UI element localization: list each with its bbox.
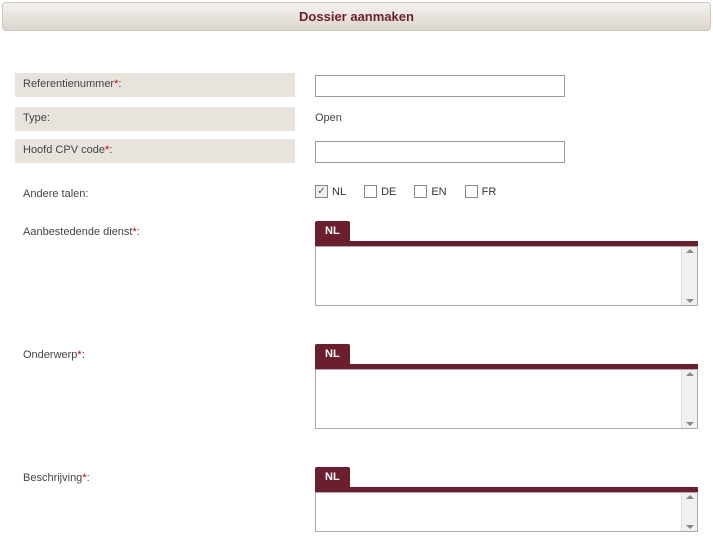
tab-description-nl[interactable]: NL [315,467,350,487]
required-marker: * [82,472,86,484]
required-marker: * [114,78,118,90]
row-authority: Aanbestedende dienst*: NL [15,221,698,306]
checkbox-nl-label: NL [332,186,346,198]
authority-textarea-wrap [315,246,698,306]
row-languages: Andere talen: ✓ NL DE EN FR [15,183,698,207]
tab-authority-nl[interactable]: NL [315,221,350,241]
description-tab-header: NL [315,467,698,487]
label-cpv: Hoofd CPV code*: [15,139,295,163]
authority-scrollbar[interactable] [681,247,697,305]
row-reference: Referentienummer*: [15,73,698,99]
label-description-text: Beschrijving [23,472,82,484]
row-description: Beschrijving*: NL [15,467,698,532]
scroll-up-icon[interactable] [686,495,694,499]
checkbox-nl: ✓ [315,185,328,198]
row-type: Type: Open [15,107,698,131]
label-reference: Referentienummer*: [15,73,295,97]
required-marker: * [77,349,81,361]
tab-subject-nl[interactable]: NL [315,344,350,364]
description-tab-area: NL [295,467,698,532]
scroll-down-icon[interactable] [686,525,694,529]
form-container: Referentienummer*: Type: Open Hoofd CPV … [0,33,713,550]
label-type-text: Type [23,112,47,124]
page-title: Dossier aanmaken [299,9,414,24]
checkbox-en-label: EN [431,186,446,198]
label-authority-text: Aanbestedende dienst [23,226,132,238]
description-textarea-wrap [315,492,698,532]
authority-textarea[interactable] [316,247,681,305]
language-options: ✓ NL DE EN FR [315,185,698,198]
description-scrollbar[interactable] [681,493,697,531]
value-languages: ✓ NL DE EN FR [295,183,698,200]
checkbox-fr-label: FR [482,186,497,198]
reference-input[interactable] [315,75,565,97]
checkbox-fr[interactable] [465,185,478,198]
description-textarea[interactable] [316,493,681,531]
row-subject: Onderwerp*: NL [15,344,698,429]
label-description: Beschrijving*: [15,467,295,491]
value-reference [295,73,698,99]
value-cpv [295,139,698,165]
required-marker: * [132,226,136,238]
label-reference-text: Referentienummer [23,78,114,90]
subject-textarea-wrap [315,369,698,429]
checkbox-de-label: DE [381,186,396,198]
row-cpv: Hoofd CPV code*: [15,139,698,165]
checkbox-en[interactable] [414,185,427,198]
label-authority: Aanbestedende dienst*: [15,221,295,245]
value-type: Open [295,107,698,129]
lang-option-de[interactable]: DE [364,185,396,198]
lang-option-nl: ✓ NL [315,185,346,198]
cpv-input[interactable] [315,141,565,163]
lang-option-fr[interactable]: FR [465,185,497,198]
label-cpv-text: Hoofd CPV code [23,144,105,156]
authority-tab-area: NL [295,221,698,306]
label-type: Type: [15,107,295,131]
scroll-down-icon[interactable] [686,299,694,303]
scroll-down-icon[interactable] [686,422,694,426]
subject-tab-header: NL [315,344,698,364]
scroll-up-icon[interactable] [686,372,694,376]
required-marker: * [105,144,109,156]
label-subject-text: Onderwerp [23,349,77,361]
label-languages-text: Andere talen [23,188,85,200]
scroll-up-icon[interactable] [686,249,694,253]
subject-scrollbar[interactable] [681,370,697,428]
lang-option-en[interactable]: EN [414,185,446,198]
checkbox-de[interactable] [364,185,377,198]
authority-tab-header: NL [315,221,698,241]
page-header: Dossier aanmaken [2,2,711,31]
label-languages: Andere talen: [15,183,295,207]
subject-textarea[interactable] [316,370,681,428]
subject-tab-area: NL [295,344,698,429]
label-subject: Onderwerp*: [15,344,295,368]
